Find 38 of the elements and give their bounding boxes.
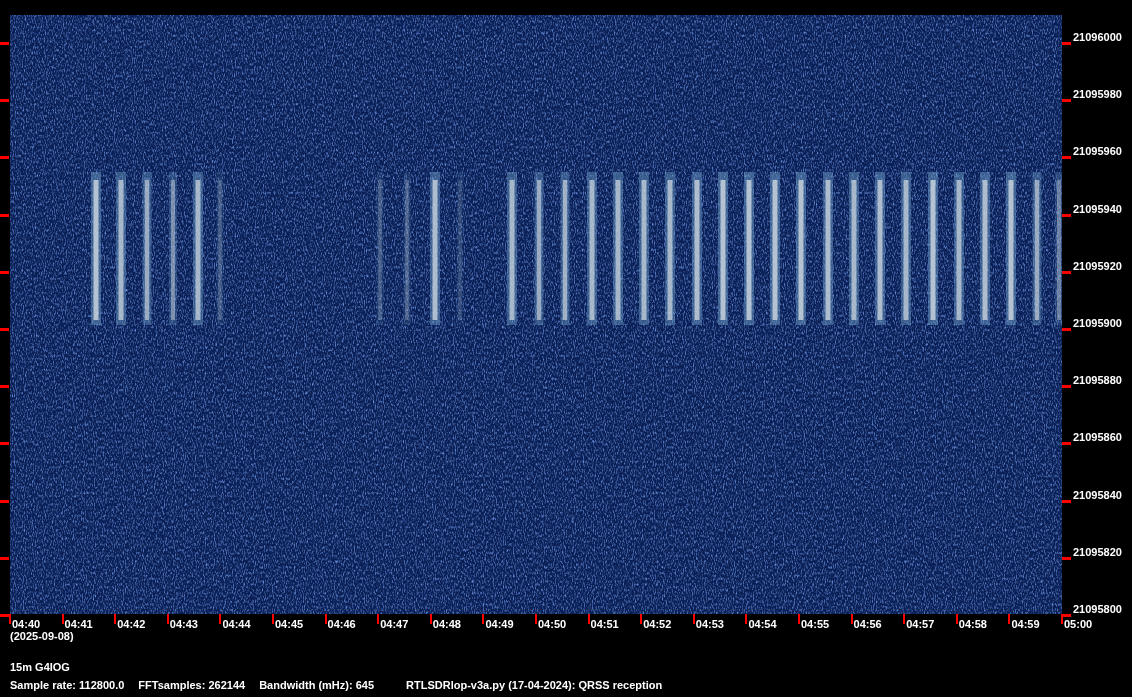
- time-label: 04:57: [906, 618, 935, 631]
- info-text: Sample rate: 112800.0: [10, 679, 125, 692]
- info-text: Bandwidth (mHz): 645: [259, 679, 375, 692]
- frequency-label: 21095840: [1073, 488, 1122, 502]
- frequency-label: 21095800: [1073, 603, 1122, 616]
- time-label: 04:50: [538, 618, 567, 631]
- time-label: 04:54: [748, 618, 777, 631]
- frequency-label: 21095980: [1073, 88, 1122, 102]
- time-label: 04:52: [643, 618, 672, 631]
- time-label: 04:53: [695, 618, 724, 631]
- time-label: 04:42: [117, 618, 146, 631]
- time-label: 04:47: [380, 618, 409, 631]
- time-label: 04:56: [853, 618, 882, 631]
- time-label: 04:48: [432, 618, 461, 631]
- frequency-label: 21095920: [1073, 259, 1122, 273]
- date-label: (2025-09-08): [10, 630, 74, 643]
- frequency-label: 21095880: [1073, 374, 1122, 388]
- frequency-label: 21095860: [1073, 431, 1122, 445]
- frequency-label: 21095820: [1073, 545, 1122, 559]
- time-label: 04:49: [485, 618, 514, 631]
- time-label: 04:40: [12, 618, 41, 631]
- frequency-label: 21096000: [1073, 31, 1122, 44]
- station-label: 15m G4IOG: [10, 661, 70, 674]
- info-text: RTLSDRlop-v3a.py (17-04-2024): QRSS reception: [406, 679, 663, 692]
- frequency-label: 21095960: [1073, 145, 1122, 159]
- time-label: 05:00: [1064, 618, 1093, 631]
- time-label: 04:43: [169, 618, 198, 631]
- frequency-label: 21095900: [1073, 317, 1122, 330]
- frequency-label: 21095940: [1073, 202, 1122, 216]
- time-label: 04:58: [958, 618, 987, 631]
- time-label: 04:46: [327, 618, 356, 631]
- time-label: 04:55: [801, 618, 830, 631]
- time-label: 04:41: [64, 618, 93, 631]
- time-label: 04:51: [590, 618, 619, 631]
- time-label: 04:44: [222, 618, 251, 631]
- info-text: FFTsamples: 262144: [138, 679, 246, 692]
- time-label: 04:45: [275, 618, 304, 631]
- time-label: 04:59: [1011, 618, 1040, 631]
